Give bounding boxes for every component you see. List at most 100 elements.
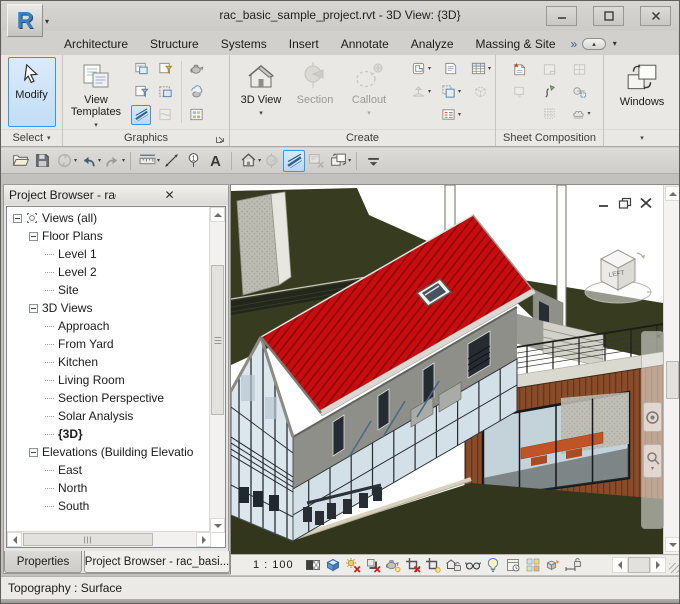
view-scale[interactable]: 1 : 100 [253, 559, 294, 571]
scroll-left-button[interactable] [7, 532, 22, 547]
viewbar-temp-view-props-button[interactable] [504, 556, 523, 575]
viewbar-detail-level-button[interactable] [304, 556, 323, 575]
scope-box-button[interactable] [470, 82, 490, 102]
viewbar-visual-style-button[interactable] [324, 556, 343, 575]
tree-item-level-1[interactable]: Level 1 [7, 245, 209, 263]
titleblock-button[interactable] [540, 60, 560, 80]
tab-structure[interactable]: Structure [139, 34, 210, 54]
sheet-composition-panel-label[interactable]: Sheet Composition [496, 129, 603, 146]
viewbar-sun-path-button[interactable] [344, 556, 363, 575]
viewbar-crop-view-button[interactable] [404, 556, 423, 575]
tab-insert[interactable]: Insert [278, 34, 330, 54]
sheet-view-button[interactable] [570, 60, 590, 80]
tab-analyze[interactable]: Analyze [400, 34, 465, 54]
viewbar-reveal-hidden-button[interactable] [484, 556, 503, 575]
tree-item-kitchen[interactable]: Kitchen [7, 353, 209, 371]
viewbar-displacement-button[interactable] [544, 556, 563, 575]
ribbon-minimize-caret-icon[interactable]: ▾ [613, 39, 617, 48]
canvas-vertical-scrollbar[interactable] [663, 185, 679, 554]
steering-wheel-button[interactable] [643, 402, 662, 432]
tree-item-views-all-[interactable]: Views (all) [7, 209, 209, 227]
ribbon-minimize-button[interactable]: ▴ [582, 37, 606, 50]
panel-tab-project-browser-rac-basi[interactable]: Project Browser - rac_basi... [84, 551, 230, 573]
scroll-right-button[interactable] [650, 557, 666, 573]
qat-customize-qat-button[interactable] [362, 150, 384, 172]
qat-save-button[interactable] [31, 150, 53, 172]
tree-item-north[interactable]: North [7, 479, 209, 497]
view-minimize-icon[interactable] [595, 195, 612, 210]
visibility-graphics-button[interactable] [131, 59, 151, 79]
elevation-button[interactable] [409, 82, 429, 102]
render-in-cloud-button[interactable] [186, 82, 206, 102]
new-sheet-button[interactable] [510, 60, 530, 80]
project-browser-titlebar[interactable]: Project Browser - rac_basic_sample_... ✕ [4, 185, 228, 205]
tab-systems[interactable]: Systems [210, 34, 278, 54]
qat-text-button[interactable]: A [204, 150, 226, 172]
tree-item-from-yard[interactable]: From Yard [7, 335, 209, 353]
windows-panel-label[interactable]: ▾ [604, 129, 679, 146]
tree-item-level-2[interactable]: Level 2 [7, 263, 209, 281]
qat-default-3d-view-button[interactable] [237, 150, 259, 172]
application-menu-caret-icon[interactable]: ▾ [45, 17, 49, 26]
render-gallery-button[interactable] [186, 105, 206, 125]
tab-architecture[interactable]: Architecture [53, 34, 139, 54]
qat-synchronize-button[interactable] [53, 150, 75, 172]
render-button[interactable] [186, 59, 206, 79]
schedules-button[interactable] [469, 59, 489, 79]
legends-button[interactable] [439, 105, 459, 125]
scroll-down-button[interactable] [210, 518, 225, 533]
qat-undo-button[interactable] [77, 150, 99, 172]
viewbar-render-dialog-button[interactable] [384, 556, 403, 575]
tab-overflow-icon[interactable]: » [571, 37, 578, 51]
viewcube[interactable]: LEFT [579, 237, 657, 311]
graphics-panel-label[interactable]: Graphics [63, 129, 229, 146]
tree-item-living-room[interactable]: Living Room [7, 371, 209, 389]
tree-item-south[interactable]: South [7, 497, 209, 515]
qat-section-button[interactable] [261, 150, 283, 172]
view-close-icon[interactable] [637, 195, 654, 210]
scroll-left-button[interactable] [612, 557, 628, 573]
tree-item-approach[interactable]: Approach [7, 317, 209, 335]
viewbar-show-crop-button[interactable] [424, 556, 443, 575]
switch-windows-button[interactable]: Windows [609, 57, 675, 127]
qat-aligned-dimension-button[interactable] [160, 150, 182, 172]
viewbar-reveal-constraints-button[interactable] [564, 556, 583, 575]
cut-profile-button[interactable] [155, 105, 175, 125]
viewbar-temp-hide-button[interactable] [464, 556, 483, 575]
hide-by-filter-button[interactable] [131, 82, 151, 102]
revisions-button[interactable] [568, 104, 588, 124]
tree-item--3d-[interactable]: {3D} [7, 425, 209, 443]
scroll-down-button[interactable] [665, 537, 679, 552]
place-view-button[interactable] [510, 82, 530, 102]
plan-views-dropdown-icon[interactable]: ▾ [428, 65, 431, 72]
scroll-up-button[interactable] [665, 186, 679, 201]
tree-item-solar-analysis[interactable]: Solar Analysis [7, 407, 209, 425]
matchline-button[interactable] [540, 82, 560, 102]
tree-item-elevations-building-elevatio[interactable]: Elevations (Building Elevatio [7, 443, 209, 461]
qat-switch-windows-dropdown-icon[interactable]: ▾ [348, 157, 351, 164]
tree-item-3d-views[interactable]: 3D Views [7, 299, 209, 317]
guide-grid-button[interactable] [540, 104, 560, 124]
tree-item-east[interactable]: East [7, 461, 209, 479]
drafting-view-button[interactable] [440, 59, 460, 79]
tree-expander-icon[interactable] [29, 303, 38, 313]
view-restore-icon[interactable] [616, 195, 633, 210]
duplicate-view-button[interactable] [439, 82, 459, 102]
thin-lines-button[interactable] [131, 104, 151, 125]
callout-button[interactable]: Callout ▾ [344, 57, 394, 127]
legends-dropdown-icon[interactable]: ▾ [458, 111, 461, 118]
viewbar-unlocked-3d-button[interactable] [444, 556, 463, 575]
revisions-dropdown-icon[interactable]: ▾ [587, 110, 590, 117]
tree-expander-icon[interactable] [29, 231, 38, 241]
resize-grip[interactable] [669, 563, 679, 573]
close-button[interactable] [640, 6, 671, 26]
schedules-dropdown-icon[interactable]: ▾ [488, 65, 491, 72]
qat-switch-windows-button[interactable] [327, 150, 349, 172]
tree-expander-icon[interactable] [13, 213, 22, 223]
tree-vertical-scrollbar[interactable] [209, 207, 225, 533]
zoom-button[interactable]: ▾ [643, 444, 662, 478]
application-menu-button[interactable]: R [7, 4, 43, 37]
filters-button[interactable] [155, 59, 175, 79]
3d-view-button[interactable]: 3D View ▾ [236, 57, 286, 127]
duplicate-view-dropdown-icon[interactable]: ▾ [458, 88, 461, 95]
